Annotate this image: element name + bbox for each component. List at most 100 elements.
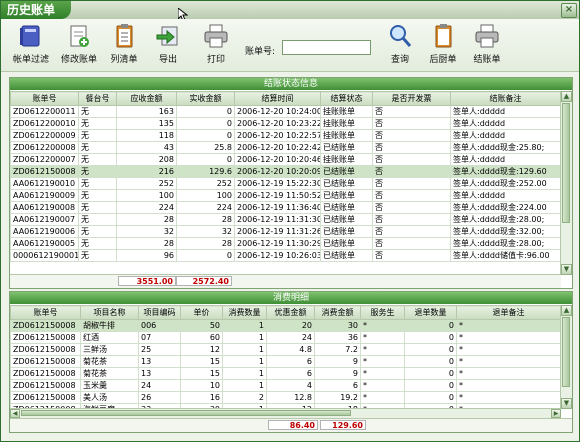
close-button[interactable]: × xyxy=(561,3,577,18)
bills-table-cell: 2006-12-19 11:50:52 xyxy=(234,189,321,202)
items-table-cell: * xyxy=(456,391,560,404)
bills-table-cell: 挂账账单 xyxy=(320,129,373,142)
bills-table-row[interactable]: AA0612190010 无 252 252 2006-12-19 15:22:30 已结… xyxy=(10,177,560,190)
items-hscroll-thumb[interactable] xyxy=(21,410,351,416)
bills-column-header[interactable]: 账单号 xyxy=(10,91,79,106)
items-table-row[interactable]: ZD0612150008 菊花茶 13 15 1 6 9 * 0 * xyxy=(10,355,560,368)
items-table-row[interactable]: ZD0612150008 红酒 07 60 1 24 36 * 0 * xyxy=(10,331,560,344)
items-table-row[interactable]: ZD0612150008 玉米羹 24 10 1 4 6 * 0 * xyxy=(10,379,560,392)
items-table-cell: 10 xyxy=(180,379,223,392)
items-table-row[interactable]: ZD0612150008 三鲜汤 25 12 1 4.8 7.2 * 0 * xyxy=(10,343,560,356)
bills-table-cell: 无 xyxy=(78,153,117,166)
bills-column-header[interactable]: 应收金额 xyxy=(116,91,177,106)
bills-table-row[interactable]: AA0612190009 无 100 100 2006-12-19 11:50:52 已结… xyxy=(10,189,560,202)
bills-table-cell: 96 xyxy=(116,249,177,262)
items-column-header[interactable]: 退单备注 xyxy=(456,305,560,320)
items-table-row[interactable]: ZD0612150008 菊花茶 13 15 1 6 9 * 0 * xyxy=(10,367,560,380)
bills-table-row[interactable]: 0000612190001 无 96 0 2006-12-19 10:26:03 已结账单… xyxy=(10,249,560,262)
items-table-cell: * xyxy=(456,331,560,344)
bills-table-row[interactable]: ZD0612150008 无 216 129.6 2006-12-20 10:20:09… xyxy=(10,165,560,178)
printer-icon xyxy=(202,23,230,49)
export-button[interactable]: 导出 xyxy=(153,23,183,67)
bill-number-input[interactable] xyxy=(282,40,371,55)
bills-table-cell: 否 xyxy=(372,249,451,262)
bills-table-cell: 无 xyxy=(78,141,117,154)
items-table-cell: ZD0612150008 xyxy=(10,355,81,368)
items-column-header[interactable]: 单价 xyxy=(180,305,223,320)
bills-table-cell: 224 xyxy=(116,201,177,214)
modify-bill-button[interactable]: 修改账单 xyxy=(58,23,100,67)
total-consumption: 129.60 xyxy=(320,420,366,430)
bills-table-row[interactable]: ZD0612200009 无 118 0 2006-12-20 10:22:57 挂账账单… xyxy=(10,129,560,142)
scroll-up-arrow-icon[interactable]: ▲ xyxy=(561,91,572,102)
bills-table-row[interactable]: AA0612190007 无 28 28 2006-12-19 11:31:30 已结账单… xyxy=(10,213,560,226)
print-button[interactable]: 打印 xyxy=(201,23,231,67)
checkout-slip-button[interactable]: 结账单 xyxy=(471,23,503,67)
items-table-row[interactable]: ZD0612150008 美人汤 26 16 2 12.8 19.2 * 0 * xyxy=(10,391,560,404)
bills-table-cell: 28 xyxy=(116,237,177,250)
bills-table-row[interactable]: ZD0612200008 无 43 25.8 2006-12-20 10:22:42 已结… xyxy=(10,141,560,154)
bills-table-cell: 2006-12-20 10:22:57 xyxy=(234,129,321,142)
export-arrow-icon xyxy=(154,23,182,49)
bills-table-row[interactable]: AA0612190006 无 32 32 2006-12-19 11:31:26 已结账单… xyxy=(10,225,560,238)
bills-column-header[interactable]: 是否开发票 xyxy=(372,91,451,106)
items-horizontal-scrollbar[interactable]: ◀ ▶ xyxy=(10,408,561,418)
bills-table-cell: 挂账账单 xyxy=(320,153,373,166)
filter-bills-button[interactable]: 帐单过滤 xyxy=(11,23,51,67)
items-column-header[interactable]: 账单号 xyxy=(10,305,81,320)
bills-table-cell: 签单人:dddd现金:32.00; xyxy=(450,225,560,238)
bills-table-row[interactable]: AA0612190008 无 224 224 2006-12-19 11:36:40 已结… xyxy=(10,201,560,214)
bills-table-cell: 签单人:dddd现金:129.60 xyxy=(450,165,560,178)
bills-scroll-thumb[interactable] xyxy=(562,103,570,223)
scroll-down-arrow-icon[interactable]: ▼ xyxy=(561,398,572,409)
items-column-header[interactable]: 项目编码 xyxy=(138,305,181,320)
items-scroll-thumb[interactable] xyxy=(562,317,570,387)
bills-table-cell: 129.6 xyxy=(176,165,235,178)
bills-table-row[interactable]: AA0612190005 无 28 28 2006-12-19 11:30:29 已结账单… xyxy=(10,237,560,250)
search-button[interactable]: 查询 xyxy=(385,23,415,67)
items-table-cell: 19.2 xyxy=(314,391,361,404)
items-table-cell: 16 xyxy=(180,391,223,404)
bills-table-row[interactable]: ZD0612200011 无 163 0 2006-12-20 10:24:00 挂账账单… xyxy=(10,105,560,118)
items-column-header[interactable]: 退单数量 xyxy=(404,305,457,320)
items-column-header[interactable]: 消费金额 xyxy=(314,305,361,320)
items-table-cell: * xyxy=(456,343,560,356)
items-table-cell: * xyxy=(360,391,405,404)
items-table-row[interactable]: ZD0612150008 胡椒牛排 006 50 1 20 30 * 0 * xyxy=(10,319,560,332)
bills-table-cell: 签单人:dddd现金:28.00; xyxy=(450,213,560,226)
items-column-header[interactable]: 消费数量 xyxy=(222,305,267,320)
bills-table-cell: 否 xyxy=(372,189,451,202)
bills-column-header[interactable]: 实收金额 xyxy=(176,91,235,106)
list-bill-button[interactable]: 列清单 xyxy=(107,23,141,67)
scroll-up-arrow-icon[interactable]: ▲ xyxy=(561,305,572,316)
bills-table-cell: 否 xyxy=(372,117,451,130)
items-table-cell: * xyxy=(360,331,405,344)
bills-column-header[interactable]: 结算时间 xyxy=(234,91,321,106)
printer-icon xyxy=(473,23,501,49)
items-column-header[interactable]: 项目名称 xyxy=(80,305,139,320)
items-table-cell: 6 xyxy=(266,355,315,368)
items-table-cell: * xyxy=(360,343,405,356)
bills-table-row[interactable]: ZD0612200007 无 208 0 2006-12-20 10:20:46 挂账账单… xyxy=(10,153,560,166)
scroll-right-arrow-icon[interactable]: ▶ xyxy=(551,409,561,418)
bills-table-cell: 否 xyxy=(372,105,451,118)
scroll-down-arrow-icon[interactable]: ▼ xyxy=(561,264,572,275)
items-table-cell: 07 xyxy=(138,331,181,344)
bills-table-cell: 无 xyxy=(78,105,117,118)
items-column-header[interactable]: 优惠金额 xyxy=(266,305,315,320)
bills-table-cell: 否 xyxy=(372,213,451,226)
bills-column-header[interactable]: 餐台号 xyxy=(78,91,117,106)
bills-table-row[interactable]: ZD0612200010 无 135 0 2006-12-20 10:23:22 挂账账单… xyxy=(10,117,560,130)
kitchen-order-button[interactable]: 后厨单 xyxy=(427,23,459,67)
items-table-cell: 13 xyxy=(138,367,181,380)
items-vertical-scrollbar[interactable]: ▲ ▼ xyxy=(560,305,572,409)
bills-table-cell: 否 xyxy=(372,225,451,238)
bills-vertical-scrollbar[interactable]: ▲ ▼ xyxy=(560,91,572,275)
bills-column-header[interactable]: 结账备注 xyxy=(450,91,560,106)
items-column-header[interactable]: 服务生 xyxy=(360,305,405,320)
bills-table-cell: 无 xyxy=(78,165,117,178)
bills-column-header[interactable]: 结算状态 xyxy=(320,91,373,106)
bills-table-cell: 2006-12-20 10:22:42 xyxy=(234,141,321,154)
bills-table-cell: 已结账单 xyxy=(320,201,373,214)
scroll-left-arrow-icon[interactable]: ◀ xyxy=(10,409,20,418)
